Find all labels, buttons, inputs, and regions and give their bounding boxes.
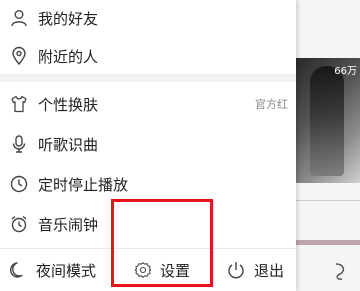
- night-mode-button[interactable]: 夜间模式: [8, 249, 96, 291]
- play-count: 66万: [334, 66, 357, 77]
- alarm-clock-icon: [8, 213, 30, 235]
- divider: [296, 200, 360, 201]
- navigation-drawer: 我的好友 附近的人 个性换肤 官方红 听歌识曲 定时停止播放 音乐闹钟 夜间模式…: [0, 0, 296, 291]
- section-separator: [0, 74, 296, 82]
- cover-strip: [296, 240, 360, 245]
- moon-icon: [10, 262, 23, 278]
- power-icon: [228, 262, 244, 279]
- location-pin-icon: [8, 45, 30, 67]
- menu-item-alarm[interactable]: 音乐闹钟: [0, 206, 296, 242]
- microphone-icon: [8, 133, 30, 155]
- menu-label: 个性换肤: [38, 95, 99, 114]
- current-skin-value: 官方红: [255, 98, 288, 111]
- menu-label: 音乐闹钟: [38, 215, 99, 234]
- settings-button[interactable]: 设置: [134, 249, 190, 291]
- menu-item-timer[interactable]: 定时停止播放: [0, 166, 296, 202]
- gear-icon: [134, 262, 152, 278]
- menu-item-skin[interactable]: 个性换肤 官方红: [0, 86, 296, 122]
- person-icon: [8, 7, 30, 29]
- menu-item-recognize[interactable]: 听歌识曲: [0, 126, 296, 162]
- cover-figure: [310, 66, 344, 176]
- tshirt-icon: [8, 93, 30, 115]
- night-mode-label: 夜间模式: [36, 261, 97, 280]
- drawer-bottom-bar: 夜间模式 设置 退出: [0, 249, 296, 291]
- settings-label: 设置: [160, 261, 191, 280]
- playlist-cover-image[interactable]: 66万: [296, 58, 360, 183]
- menu-label: 听歌识曲: [38, 135, 99, 154]
- menu-item-friends[interactable]: 我的好友: [0, 0, 296, 36]
- swirl-icon[interactable]: [330, 261, 350, 281]
- logout-button[interactable]: 退出: [226, 249, 284, 291]
- background-content: 66万: [296, 0, 360, 291]
- menu-item-nearby[interactable]: 附近的人: [0, 38, 296, 74]
- clock-icon: [8, 173, 30, 195]
- menu-label: 我的好友: [38, 9, 99, 28]
- menu-label: 附近的人: [38, 47, 99, 66]
- screen: 66万 我的好友 附近的人 个性换肤 官方红 听歌识曲 定时停止播放 音乐闹钟 …: [0, 0, 360, 291]
- logout-label: 退出: [254, 261, 285, 280]
- menu-label: 定时停止播放: [38, 175, 129, 194]
